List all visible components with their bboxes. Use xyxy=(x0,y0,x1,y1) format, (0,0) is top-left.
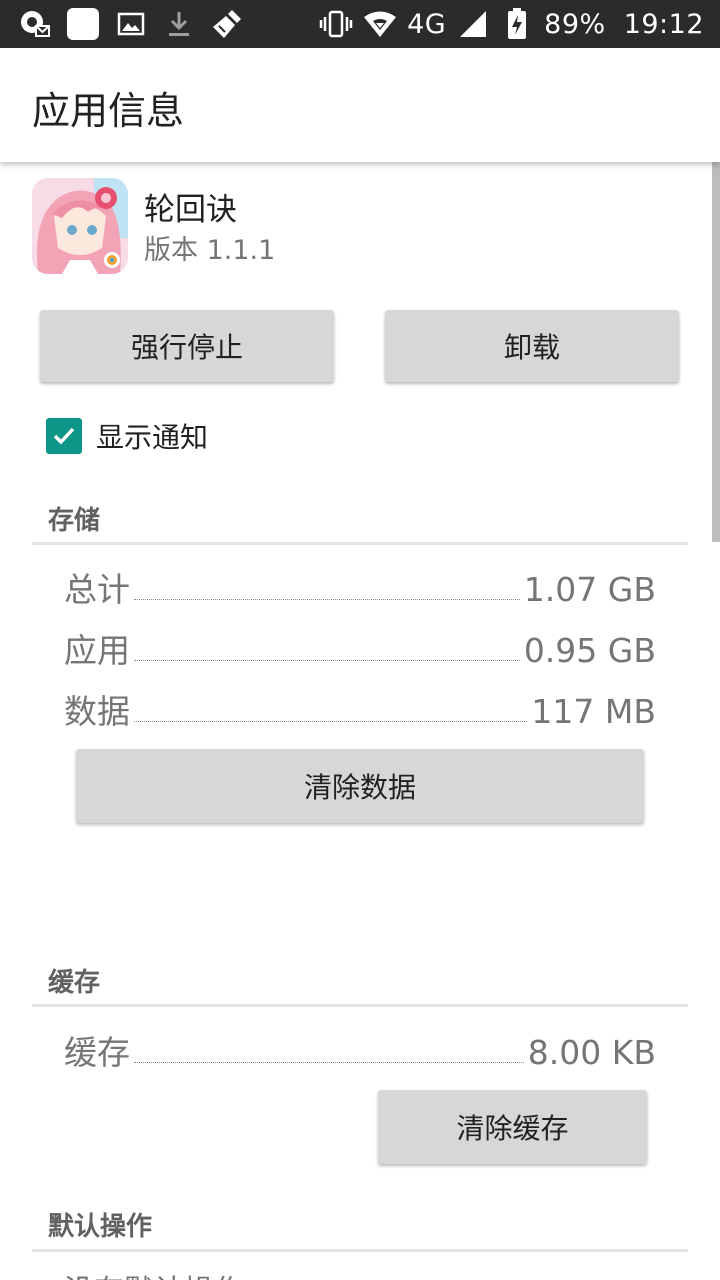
dotted-leader xyxy=(134,599,520,600)
show-notifications-label[interactable]: 显示通知 xyxy=(96,416,208,456)
clear-data-button[interactable]: 清除数据 xyxy=(76,749,644,823)
cache-section-header: 缓存 xyxy=(48,968,101,998)
clock: 19:12 xyxy=(623,8,704,40)
no-defaults-text: 没有默认操作 xyxy=(64,1266,244,1280)
defaults-divider xyxy=(32,1249,688,1252)
app-bar: 应用信息 xyxy=(0,48,720,162)
app-icon xyxy=(32,178,128,274)
row-label: 缓存 xyxy=(64,1033,130,1072)
vibrate-icon xyxy=(319,7,353,41)
system-icons: 4G 89% 19:12 xyxy=(319,6,704,42)
dotted-leader xyxy=(134,660,520,661)
dotted-leader xyxy=(134,1062,524,1063)
wifi-icon xyxy=(363,7,397,41)
row-label: 应用 xyxy=(64,631,130,670)
storage-row-total: 总计 1.07 GB xyxy=(64,562,656,606)
row-label: 总计 xyxy=(64,570,130,609)
blank-app-icon xyxy=(66,7,100,41)
row-value: 1.07 GB xyxy=(523,570,656,609)
row-label: 数据 xyxy=(64,692,130,731)
defaults-section-header: 默认操作 xyxy=(48,1212,153,1242)
cache-row: 缓存 8.00 KB xyxy=(64,1025,656,1069)
battery-icon xyxy=(500,7,534,41)
network-type: 4G xyxy=(407,8,447,40)
image-icon xyxy=(114,7,148,41)
status-bar: 4G 89% 19:12 xyxy=(0,0,720,48)
row-value: 8.00 KB xyxy=(527,1033,656,1072)
row-value: 117 MB xyxy=(531,692,656,731)
clear-cache-button[interactable]: 清除缓存 xyxy=(378,1090,647,1164)
battery-level: 89% xyxy=(544,8,606,40)
storage-section-header: 存储 xyxy=(48,506,101,536)
storage-row-data: 数据 117 MB xyxy=(64,684,656,728)
cleaner-icon xyxy=(210,7,244,41)
storage-row-app: 应用 0.95 GB xyxy=(64,623,656,667)
app-notification-icon xyxy=(18,7,52,41)
show-notifications-checkbox[interactable] xyxy=(46,418,82,454)
cache-divider xyxy=(32,1004,688,1007)
app-name: 轮回诀 xyxy=(144,192,237,228)
app-version: 版本 1.1.1 xyxy=(144,235,276,266)
force-stop-button[interactable]: 强行停止 xyxy=(40,310,334,382)
storage-divider xyxy=(32,542,688,545)
download-icon xyxy=(162,7,196,41)
notification-icons xyxy=(18,6,244,42)
scrollbar[interactable] xyxy=(712,162,720,542)
signal-icon xyxy=(456,7,490,41)
row-value: 0.95 GB xyxy=(523,631,656,670)
uninstall-button[interactable]: 卸载 xyxy=(385,310,679,382)
dotted-leader xyxy=(134,721,528,722)
page-title: 应用信息 xyxy=(32,89,185,133)
